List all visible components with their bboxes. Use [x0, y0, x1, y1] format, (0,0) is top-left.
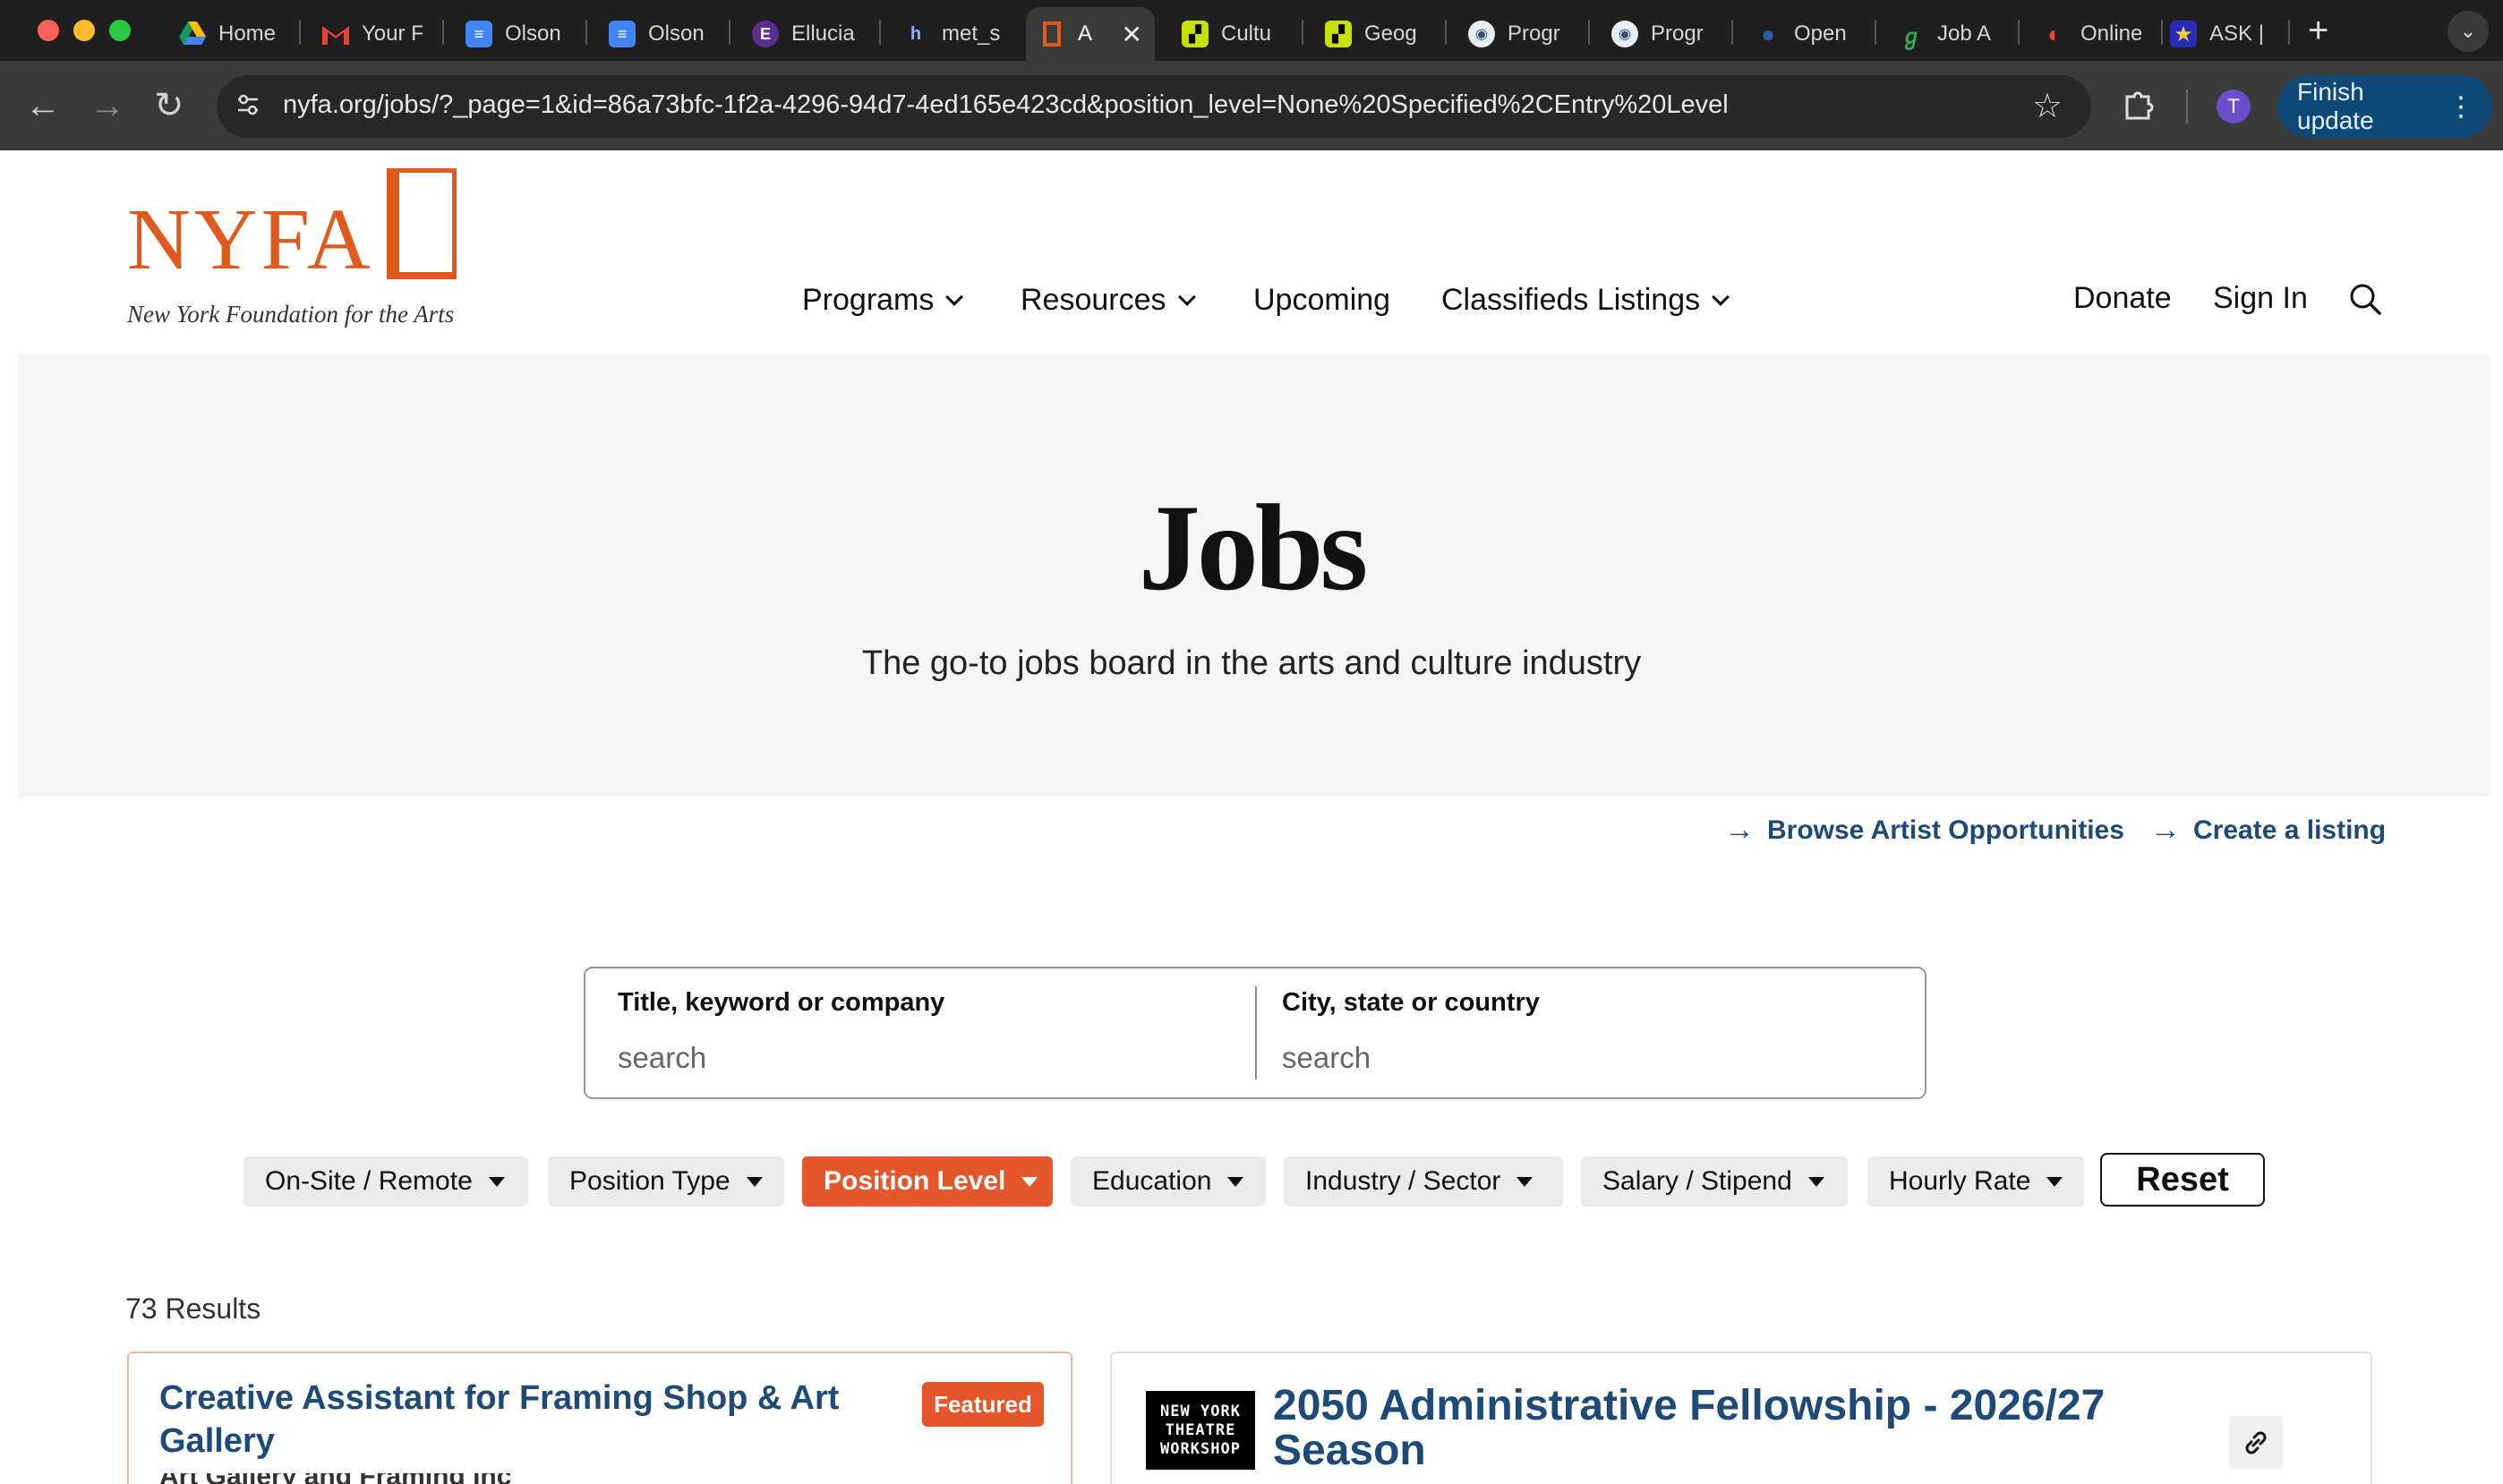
gmail-icon	[322, 21, 349, 47]
arrow-right-icon: →	[2150, 813, 2181, 847]
location-search-input[interactable]	[1282, 1038, 1819, 1078]
reset-filters-button[interactable]: Reset	[2100, 1153, 2265, 1207]
more-menu-icon[interactable]: ⋮	[2447, 91, 2474, 123]
job-title-link[interactable]: Creative Assistant for Framing Shop & Ar…	[159, 1377, 911, 1463]
keyword-label: Title, keyword or company	[618, 988, 945, 1017]
bookmark-star-icon[interactable]: ☆	[2032, 86, 2063, 126]
link-icon	[2245, 1431, 2267, 1454]
back-arrow-icon[interactable]: ←	[25, 86, 61, 125]
job-icon: ℊ	[1901, 24, 1922, 49]
extensions-puzzle-icon[interactable]	[2122, 88, 2157, 120]
new-york-theatre-workshop-logo: NEW YORK THEATRE WORKSHOP	[1146, 1391, 1255, 1470]
filter-industry-sector[interactable]: Industry / Sector	[1284, 1156, 1563, 1207]
online-icon: ◐	[2047, 20, 2062, 47]
browser-tab[interactable]: ≡ Olson	[596, 7, 722, 61]
nav-upcoming[interactable]: Upcoming	[1253, 283, 1390, 318]
google-drive-icon	[179, 21, 206, 47]
page-title: Jobs	[1138, 479, 1368, 616]
donate-link[interactable]: Donate	[2073, 281, 2172, 316]
program-icon: ◉	[1611, 21, 1638, 47]
browser-tab[interactable]: ≡ Olson	[453, 7, 578, 61]
page-subtitle: The go-to jobs board in the arts and cul…	[861, 644, 1642, 682]
geography-icon: ▞	[1325, 21, 1352, 47]
search-icon[interactable]	[2347, 281, 2383, 317]
program-icon: ◉	[1468, 21, 1495, 47]
chevron-down-icon	[945, 287, 964, 306]
nyfa-icon	[1038, 21, 1065, 47]
star-icon: ★	[2170, 21, 2197, 47]
site-settings-icon[interactable]	[235, 91, 261, 118]
caret-down-icon	[1516, 1176, 1533, 1187]
sign-in-link[interactable]: Sign In	[2213, 281, 2308, 316]
browser-tab[interactable]: ◉ Progr	[1456, 7, 1581, 61]
filter-hourly-rate[interactable]: Hourly Rate	[1867, 1156, 2084, 1207]
job-title-link[interactable]: 2050 Administrative Fellowship - 2026/27…	[1273, 1384, 2204, 1473]
arrow-right-icon: →	[1724, 813, 1755, 847]
nav-programs[interactable]: Programs	[802, 283, 964, 318]
forward-arrow-icon[interactable]: →	[90, 86, 125, 125]
nyfa-logo-frame-icon	[387, 168, 457, 279]
browser-tab[interactable]: ℊ Job A	[1885, 7, 2011, 61]
browser-tab[interactable]: ● Open	[1742, 7, 1867, 61]
browser-tab[interactable]: Home	[167, 7, 292, 61]
browser-tab-active[interactable]: A ✕	[1026, 7, 1155, 61]
job-company: Art Gallery and Framing Inc	[159, 1473, 571, 1484]
browse-artist-opportunities-link[interactable]: → Browse Artist Opportunities	[1724, 813, 2124, 848]
url-text[interactable]: nyfa.org/jobs/?_page=1&id=86a73bfc-1f2a-…	[283, 90, 1729, 120]
reload-icon[interactable]: ↻	[154, 86, 184, 125]
filter-education[interactable]: Education	[1071, 1156, 1266, 1207]
close-tab-icon[interactable]: ✕	[1109, 20, 1142, 49]
tab-search-chevron-icon[interactable]: ⌄	[2447, 11, 2489, 52]
ellucian-icon: E	[752, 21, 779, 47]
browser-tab[interactable]: ▞ Geog	[1312, 7, 1438, 61]
browser-tab[interactable]: h met_s	[890, 7, 1015, 61]
finish-update-button[interactable]: Finish update ⋮	[2277, 75, 2492, 138]
chevron-down-icon	[1177, 287, 1196, 306]
culture-icon: ▞	[1182, 21, 1209, 47]
copy-link-button[interactable]	[2229, 1416, 2283, 1470]
google-docs-icon: ≡	[609, 21, 636, 47]
filter-onsite-remote[interactable]: On-Site / Remote	[243, 1156, 528, 1207]
nav-resources[interactable]: Resources	[1021, 283, 1196, 318]
results-count: 73 Results	[125, 1292, 261, 1325]
browser-tab[interactable]: E Ellucia	[739, 7, 874, 61]
filter-position-type[interactable]: Position Type	[548, 1156, 784, 1207]
google-docs-icon: ≡	[466, 21, 492, 47]
caret-down-icon	[1021, 1176, 1038, 1187]
chevron-down-icon	[1712, 287, 1730, 306]
location-label: City, state or country	[1282, 988, 1540, 1017]
browser-tab[interactable]: ◉ Progr	[1599, 7, 1724, 61]
h-icon: h	[910, 23, 922, 44]
profile-avatar[interactable]: T	[2217, 90, 2251, 124]
caret-down-icon	[488, 1176, 505, 1187]
nav-classifieds-listings[interactable]: Classifieds Listings	[1441, 283, 1730, 318]
caret-down-icon	[2046, 1176, 2063, 1187]
caret-down-icon	[746, 1176, 763, 1187]
filter-salary-stipend[interactable]: Salary / Stipend	[1581, 1156, 1848, 1207]
featured-badge: Featured	[922, 1382, 1044, 1427]
caret-down-icon	[1227, 1176, 1244, 1187]
search-divider	[1255, 986, 1257, 1079]
filter-position-level[interactable]: Position Level	[802, 1156, 1053, 1207]
new-tab-button[interactable]: +	[2308, 11, 2328, 51]
browser-tab[interactable]: ◐ Online	[2029, 7, 2154, 61]
window-close-button[interactable]	[38, 20, 59, 41]
open-icon: ●	[1761, 20, 1775, 47]
nyfa-logo[interactable]: NYFA	[127, 195, 374, 285]
window-minimize-button[interactable]	[73, 20, 95, 41]
create-listing-link[interactable]: → Create a listing	[2150, 813, 2386, 848]
keyword-search-input[interactable]	[618, 1038, 1155, 1078]
browser-tab[interactable]: ▞ Cultu	[1169, 7, 1294, 61]
browser-tab[interactable]: Your F	[310, 7, 435, 61]
logo-tagline: New York Foundation for the Arts	[127, 301, 455, 328]
caret-down-icon	[1807, 1176, 1824, 1187]
window-zoom-button[interactable]	[109, 20, 131, 41]
browser-tab[interactable]: ★ ASK |	[2157, 7, 2283, 61]
